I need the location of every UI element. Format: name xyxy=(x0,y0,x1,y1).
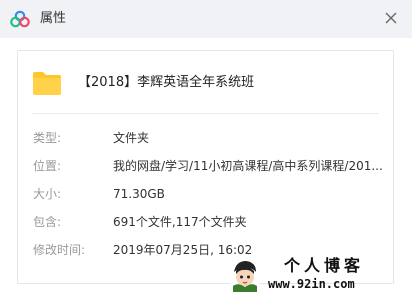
type-label: 类型: xyxy=(33,131,62,145)
contains-value: 691个文件,117个文件夹 xyxy=(113,215,247,229)
close-icon xyxy=(385,9,397,28)
type-value: 文件夹 xyxy=(113,131,150,145)
property-row-type: 类型: 文件夹 xyxy=(18,129,393,147)
cartoon-avatar-icon xyxy=(228,258,262,292)
folder-icon xyxy=(32,68,62,98)
property-row-location: 位置: 我的网盘/学习/11小初高课程/高中系列课程/201... xyxy=(18,157,393,175)
watermark-url: www.92in.com xyxy=(268,277,355,291)
divider xyxy=(32,113,379,114)
baidu-netdisk-cloud-icon xyxy=(10,10,30,28)
folder-name: 【2018】李辉英语全年系统班 xyxy=(78,75,255,90)
close-button[interactable] xyxy=(380,7,402,29)
size-value: 71.30GB xyxy=(113,187,165,201)
modified-label: 修改时间: xyxy=(33,243,86,257)
property-row-contains: 包含: 691个文件,117个文件夹 xyxy=(18,213,393,231)
properties-dialog: 属性 【2018】李辉英语全年系统班 类型: 文件夹 位置: 我的网盘/学习/1… xyxy=(0,0,412,298)
location-value[interactable]: 我的网盘/学习/11小初高课程/高中系列课程/201... xyxy=(113,157,383,175)
properties-card: 【2018】李辉英语全年系统班 类型: 文件夹 位置: 我的网盘/学习/11小初… xyxy=(17,50,394,284)
watermark-title: 个人博客 xyxy=(284,256,365,275)
title-bar: 属性 xyxy=(0,0,412,38)
location-label: 位置: xyxy=(33,159,62,173)
contains-label: 包含: xyxy=(33,215,62,229)
size-label: 大小: xyxy=(33,187,62,201)
blog-watermark: 个人博客 www.92in.com xyxy=(224,254,410,296)
dialog-title: 属性 xyxy=(40,11,67,26)
property-row-size: 大小: 71.30GB xyxy=(18,185,393,203)
